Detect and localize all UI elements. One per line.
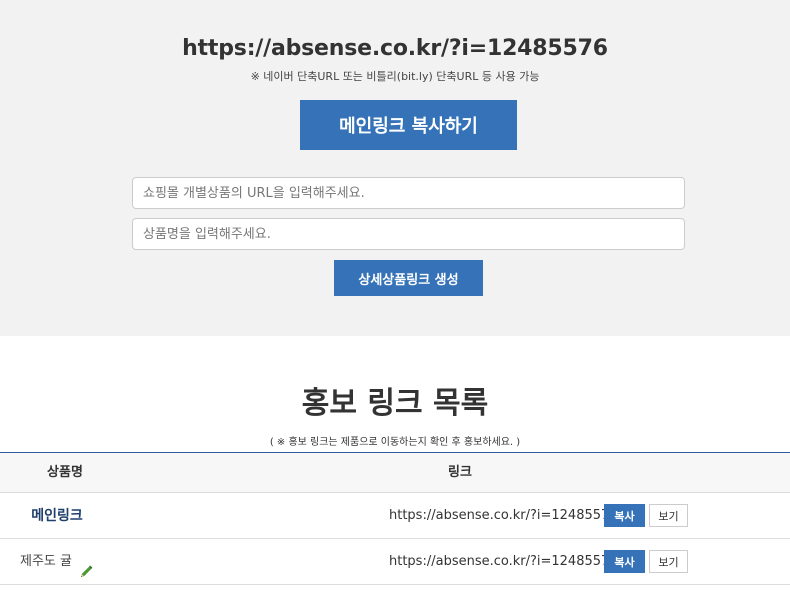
table-row: 메인링크 https://absense.co.kr/?i=12485576 복… [0, 493, 790, 539]
promo-list-note: ( ※ 홍보 링크는 제품으로 이동하는지 확인 후 홍보하세요. ) [269, 437, 521, 448]
main-url-text: https://absense.co.kr/?i=12485576 [182, 36, 608, 61]
table-row: 제주도 귤 https://absense.co.kr/?i=12485577 … [0, 539, 790, 585]
column-header-name: 상품명 [47, 465, 83, 480]
view-link-button[interactable]: 보기 [649, 504, 688, 527]
copy-main-link-button[interactable]: 메인링크 복사하기 [300, 100, 517, 150]
column-header-link: 링크 [448, 465, 472, 480]
view-link-button[interactable]: 보기 [649, 550, 688, 573]
pencil-icon[interactable] [78, 554, 94, 577]
link-cell: https://absense.co.kr/?i=12485577 [389, 554, 618, 569]
table-header: 상품명 링크 [0, 453, 790, 493]
product-name-label: 제주도 귤 [20, 554, 72, 569]
shortener-note: ※ 네이버 단축URL 또는 비틀리(bit.ly) 단축URL 등 사용 가능 [250, 70, 540, 83]
create-detail-link-button[interactable]: 상세상품링크 생성 [334, 260, 483, 296]
link-cell: https://absense.co.kr/?i=12485576 [389, 508, 618, 523]
product-name-cell: 제주도 귤 [20, 539, 94, 585]
promo-list-title: 홍보 링크 목록 [301, 386, 489, 421]
product-name-cell: 메인링크 [31, 508, 83, 524]
copy-link-button[interactable]: 복사 [604, 504, 645, 527]
product-url-input[interactable] [132, 177, 685, 209]
copy-link-button[interactable]: 복사 [604, 550, 645, 573]
product-name-input[interactable] [132, 218, 685, 250]
link-generator-panel: https://absense.co.kr/?i=12485576 ※ 네이버 … [0, 0, 790, 336]
